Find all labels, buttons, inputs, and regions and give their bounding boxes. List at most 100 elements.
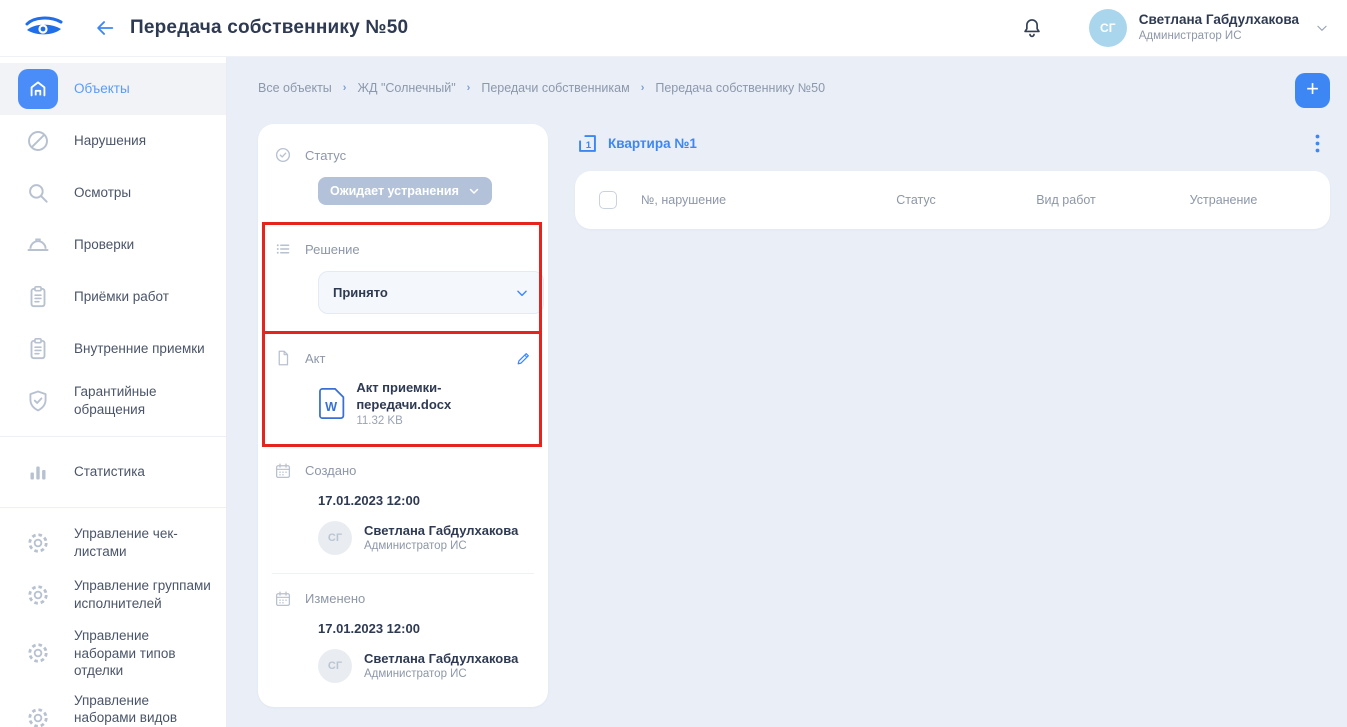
- app-logo eye-icon[interactable]: [24, 15, 66, 41]
- building-icon: [18, 69, 58, 109]
- gear-icon: [18, 698, 58, 727]
- sidebar-item-label: Гарантийные обращения: [74, 383, 214, 418]
- back-button[interactable]: [94, 17, 116, 39]
- decision-select[interactable]: Принято: [318, 271, 544, 314]
- gear-icon: [18, 523, 58, 563]
- status-section: Статус Ожидает устранения: [258, 130, 548, 223]
- decision-label: Решение: [305, 242, 360, 257]
- chevron-right-icon: ›: [641, 82, 645, 94]
- act-file[interactable]: W Акт приемки-передачи.docx 11.32 KB: [318, 380, 532, 427]
- chevron-right-icon: ›: [467, 82, 471, 94]
- modified-date: 17.01.2023 12:00: [318, 621, 532, 636]
- column-header-work-kind: Вид работ: [991, 193, 1141, 207]
- decision-value: Принято: [333, 285, 388, 300]
- clipboard-icon: [18, 277, 58, 317]
- user-name: Светлана Габдулхакова: [1139, 12, 1299, 29]
- sidebar-item-inspections[interactable]: Осмотры: [0, 167, 226, 219]
- modified-label: Изменено: [305, 591, 365, 606]
- sidebar-item-label: Управление наборами типов отделки: [74, 627, 214, 680]
- column-header-fix: Устранение: [1141, 193, 1306, 207]
- shell: Объекты Нарушения Осмотры Проверки: [0, 57, 1347, 727]
- chevron-down-icon[interactable]: [1315, 21, 1329, 35]
- sidebar-divider: [0, 436, 226, 437]
- modified-author: СГ Светлана Габдулхакова Администратор И…: [318, 649, 532, 683]
- sidebar-item-label: Статистика: [74, 463, 145, 481]
- sidebar-item-violations[interactable]: Нарушения: [0, 115, 226, 167]
- select-all-checkbox[interactable]: [599, 191, 617, 209]
- column-header-violation: №, нарушение: [641, 193, 841, 207]
- created-section: Создано 17.01.2023 12:00 СГ Светлана Габ…: [258, 446, 548, 573]
- act-section: Акт W: [258, 333, 548, 445]
- sidebar-item-label: Приёмки работ: [74, 288, 169, 306]
- author-name: Светлана Габдулхакова: [364, 651, 518, 668]
- breadcrumb-item-building[interactable]: ЖД "Солнечный": [357, 81, 455, 95]
- sidebar-item-finish-types-management[interactable]: Управление наборами типов отделки: [0, 621, 226, 686]
- file-name: Акт приемки-передачи.docx: [356, 380, 532, 414]
- sidebar-item-label: Нарушения: [74, 132, 146, 150]
- sidebar-divider: [0, 507, 226, 508]
- chevron-down-icon: [468, 185, 480, 197]
- sidebar-item-label: Проверки: [74, 236, 134, 254]
- notifications-bell-icon[interactable]: [1021, 16, 1043, 40]
- edit-pencil-icon[interactable]: [515, 350, 532, 367]
- gear-icon: [18, 575, 58, 615]
- prohibition-icon: [18, 121, 58, 161]
- file-size: 11.32 KB: [356, 415, 532, 427]
- details-card: Статус Ожидает устранения: [258, 124, 548, 707]
- svg-text:W: W: [325, 400, 337, 414]
- column-header-status: Статус: [841, 193, 991, 207]
- apartment-header: 1 Квартира №1: [575, 124, 1330, 171]
- topbar-right: СГ Светлана Габдулхакова Администратор И…: [1021, 9, 1329, 47]
- sidebar-item-label: Осмотры: [74, 184, 131, 202]
- kebab-menu-icon[interactable]: [1309, 130, 1326, 157]
- app-root: Передача собственнику №50 СГ Светлана Га…: [0, 0, 1347, 727]
- clipboard-icon: [18, 329, 58, 369]
- sidebar-item-work-kinds-management[interactable]: Управление наборами видов работ: [0, 686, 226, 727]
- violations-table-header: №, нарушение Статус Вид работ Устранение: [575, 171, 1330, 229]
- breadcrumb-item-all-objects[interactable]: Все объекты: [258, 81, 332, 95]
- file-icon: [274, 349, 292, 367]
- bar-chart-icon: [18, 452, 58, 492]
- status-value: Ожидает устранения: [330, 184, 459, 198]
- check-circle-icon: [274, 146, 292, 164]
- gear-icon: [18, 633, 58, 673]
- top-bar: Передача собственнику №50 СГ Светлана Га…: [0, 0, 1347, 57]
- word-file-icon: W: [318, 387, 345, 420]
- list-icon: [274, 240, 292, 258]
- sidebar-item-statistics[interactable]: Статистика: [0, 446, 226, 498]
- created-label: Создано: [305, 463, 356, 478]
- chevron-down-icon: [515, 286, 529, 300]
- act-label: Акт: [305, 351, 325, 366]
- sidebar-item-checks[interactable]: Проверки: [0, 219, 226, 271]
- search-icon: [18, 173, 58, 213]
- sidebar-item-label: Управление группами исполнителей: [74, 577, 214, 612]
- svg-text:1: 1: [586, 140, 592, 151]
- shield-check-icon: [18, 381, 58, 421]
- user-info: Светлана Габдулхакова Администратор ИС: [1139, 12, 1299, 43]
- sidebar: Объекты Нарушения Осмотры Проверки: [0, 57, 227, 727]
- sidebar-item-internal-acceptances[interactable]: Внутренние приемки: [0, 323, 226, 375]
- main-content: Все объекты › ЖД "Солнечный" › Передачи …: [227, 57, 1347, 727]
- sidebar-item-label: Управление наборами видов работ: [74, 692, 214, 727]
- arrow-left-icon: [94, 17, 116, 39]
- user-menu[interactable]: СГ Светлана Габдулхакова Администратор И…: [1089, 9, 1299, 47]
- apartment-icon: 1: [577, 133, 598, 154]
- modified-section: Изменено 17.01.2023 12:00 СГ Светлана Га…: [258, 574, 548, 701]
- breadcrumb-item-transfers[interactable]: Передачи собственникам: [481, 81, 629, 95]
- sidebar-item-work-acceptances[interactable]: Приёмки работ: [0, 271, 226, 323]
- created-author: СГ Светлана Габдулхакова Администратор И…: [318, 521, 532, 555]
- author-role: Администратор ИС: [364, 540, 518, 552]
- sidebar-item-warranty[interactable]: Гарантийные обращения: [0, 375, 226, 427]
- helmet-icon: [18, 225, 58, 265]
- user-role: Администратор ИС: [1139, 29, 1299, 43]
- breadcrumb: Все объекты › ЖД "Солнечный" › Передачи …: [258, 73, 825, 95]
- sidebar-item-checklists-management[interactable]: Управление чек-листами: [0, 517, 226, 569]
- created-date: 17.01.2023 12:00: [318, 493, 532, 508]
- decision-section: Решение Принято: [258, 224, 548, 332]
- content-columns: Статус Ожидает устранения: [258, 124, 1330, 707]
- status-dropdown[interactable]: Ожидает устранения: [318, 177, 492, 205]
- sidebar-item-objects[interactable]: Объекты: [0, 63, 226, 115]
- eye-icon: [24, 15, 64, 41]
- sidebar-item-executor-groups-management[interactable]: Управление группами исполнителей: [0, 569, 226, 621]
- add-button[interactable]: +: [1295, 73, 1330, 108]
